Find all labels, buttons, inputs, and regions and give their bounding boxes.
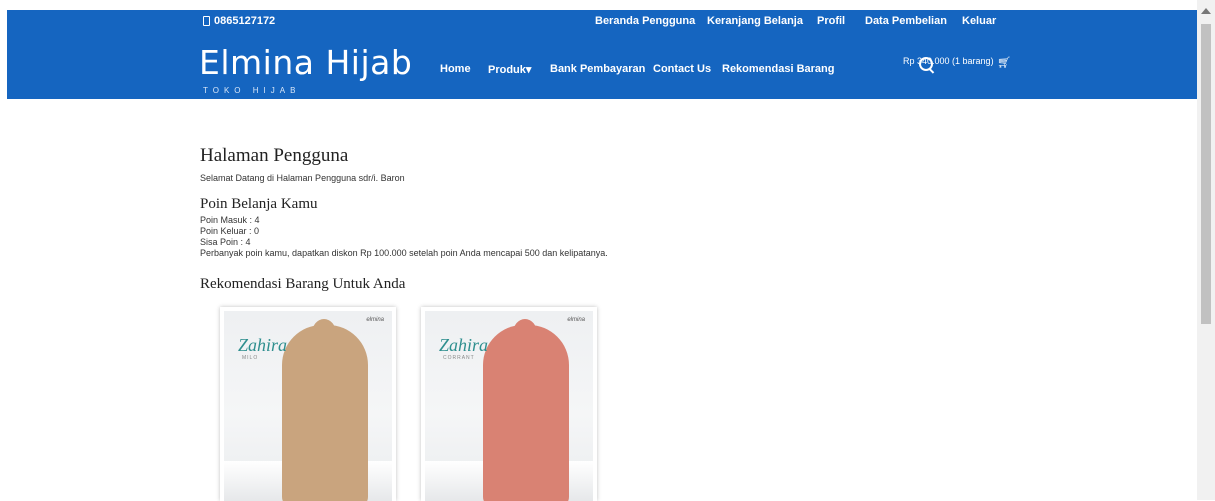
scroll-up-arrow-icon[interactable] (1201, 8, 1211, 14)
product-brand: elmina (567, 317, 585, 323)
top-link-keluar[interactable]: Keluar (962, 15, 996, 27)
chevron-down-icon: ▾ (525, 64, 532, 76)
poin-title: Poin Belanja Kamu (200, 196, 318, 212)
product-head (312, 319, 336, 347)
nav-produk-label: Produk (488, 64, 526, 76)
product-figure (282, 325, 368, 501)
product-image[interactable]: elmina Zahira MILO (224, 311, 392, 501)
search-icon[interactable] (919, 57, 933, 71)
page-title: Halaman Pengguna (200, 145, 349, 166)
phone-contact: 0865127172 (203, 15, 275, 27)
nav-bank-pembayaran[interactable]: Bank Pembayaran (550, 63, 645, 75)
nav-produk[interactable]: Produk▾ (488, 63, 531, 76)
phone-icon (203, 16, 210, 26)
nav-home[interactable]: Home (440, 63, 471, 75)
logo-title[interactable]: Elmina Hijab (199, 43, 412, 82)
top-link-keranjang[interactable]: Keranjang Belanja (707, 15, 803, 27)
poin-masuk: Poin Masuk : 4 (200, 215, 260, 225)
top-bar: 0865127172 Beranda Pengguna Keranjang Be… (7, 10, 1197, 34)
scroll-thumb[interactable] (1201, 24, 1211, 324)
product-card[interactable]: elmina Zahira CORRANT (421, 307, 597, 501)
poin-keluar: Poin Keluar : 0 (200, 226, 260, 236)
product-variant: CORRANT (443, 355, 475, 361)
top-link-beranda[interactable]: Beranda Pengguna (595, 15, 695, 27)
logo-subtitle: TOKO HIJAB (203, 86, 301, 95)
product-brand: elmina (366, 317, 384, 323)
main-navbar: Elmina Hijab TOKO HIJAB Home Produk▾ Ban… (7, 34, 1197, 99)
product-name: Zahira (439, 335, 489, 355)
poin-info: Perbanyak poin kamu, dapatkan diskon Rp … (200, 248, 608, 258)
welcome-text: Selamat Datang di Halaman Pengguna sdr/i… (200, 173, 405, 183)
product-variant: MILO (242, 355, 259, 361)
product-card[interactable]: elmina Zahira MILO (220, 307, 396, 501)
cart-summary[interactable]: Rp 340.000 (1 barang) (903, 56, 994, 66)
product-name: Zahira (238, 335, 288, 355)
product-head (513, 319, 537, 347)
phone-number: 0865127172 (214, 15, 276, 27)
product-image[interactable]: elmina Zahira CORRANT (425, 311, 593, 501)
top-link-data-pembelian[interactable]: Data Pembelian (865, 15, 947, 27)
scrollbar[interactable] (1197, 0, 1215, 500)
rekomendasi-title: Rekomendasi Barang Untuk Anda (200, 276, 406, 292)
top-link-profil[interactable]: Profil (817, 15, 845, 27)
product-figure (483, 325, 569, 501)
sisa-poin: Sisa Poin : 4 (200, 237, 251, 247)
nav-rekomendasi-barang[interactable]: Rekomendasi Barang (722, 63, 834, 75)
nav-contact-us[interactable]: Contact Us (653, 63, 711, 75)
cart-icon[interactable]: 🛒︎ (997, 56, 1011, 69)
